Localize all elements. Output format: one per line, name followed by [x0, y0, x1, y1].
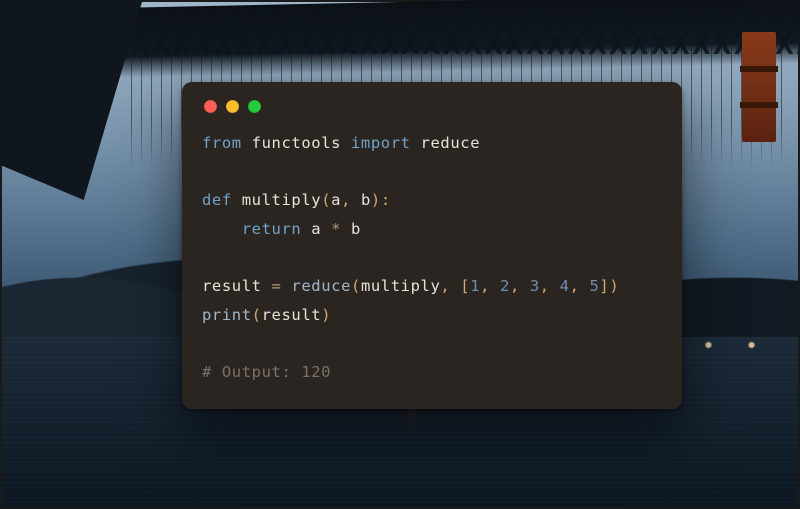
comma: , — [540, 277, 550, 295]
op-assign: = — [272, 277, 282, 295]
paren-close: ) — [609, 277, 619, 295]
paren-close: ) — [321, 306, 331, 324]
keyword-from: from — [202, 134, 242, 152]
keyword-return: return — [242, 220, 302, 238]
wallpaper-background: from functools import reduce def multipl… — [0, 0, 800, 509]
comma: , — [570, 277, 580, 295]
num-1: 1 — [470, 277, 480, 295]
comma: , — [440, 277, 450, 295]
op-multiply: * — [331, 220, 341, 238]
zoom-button[interactable] — [248, 100, 261, 113]
paren-close: ) — [371, 191, 381, 209]
num-4: 4 — [560, 277, 570, 295]
comma: , — [480, 277, 490, 295]
num-3: 3 — [530, 277, 540, 295]
colon: : — [381, 191, 391, 209]
call-print: print — [202, 306, 252, 324]
code-window: from functools import reduce def multipl… — [182, 82, 682, 409]
arg-multiply: multiply — [361, 277, 440, 295]
paren-open: ( — [321, 191, 331, 209]
bridge-tower-right — [742, 32, 776, 142]
comma: , — [341, 191, 351, 209]
call-reduce: reduce — [291, 277, 351, 295]
paren-open: ( — [252, 306, 262, 324]
param-a: a — [331, 191, 341, 209]
comment-output: # Output: 120 — [202, 363, 331, 381]
var-a: a — [311, 220, 321, 238]
close-button[interactable] — [204, 100, 217, 113]
module-name: functools — [252, 134, 341, 152]
comma: , — [510, 277, 520, 295]
space — [351, 191, 361, 209]
import-name: reduce — [421, 134, 481, 152]
window-traffic-lights — [202, 96, 662, 129]
num-5: 5 — [589, 277, 599, 295]
bracket-close: ] — [599, 277, 609, 295]
param-b: b — [361, 191, 371, 209]
keyword-def: def — [202, 191, 232, 209]
arg-result: result — [262, 306, 322, 324]
paren-open: ( — [351, 277, 361, 295]
func-def-name: multiply — [242, 191, 321, 209]
minimize-button[interactable] — [226, 100, 239, 113]
num-2: 2 — [500, 277, 510, 295]
code-block: from functools import reduce def multipl… — [202, 129, 662, 387]
bracket-open: [ — [460, 277, 470, 295]
keyword-import: import — [351, 134, 411, 152]
var-result: result — [202, 277, 262, 295]
var-b: b — [351, 220, 361, 238]
